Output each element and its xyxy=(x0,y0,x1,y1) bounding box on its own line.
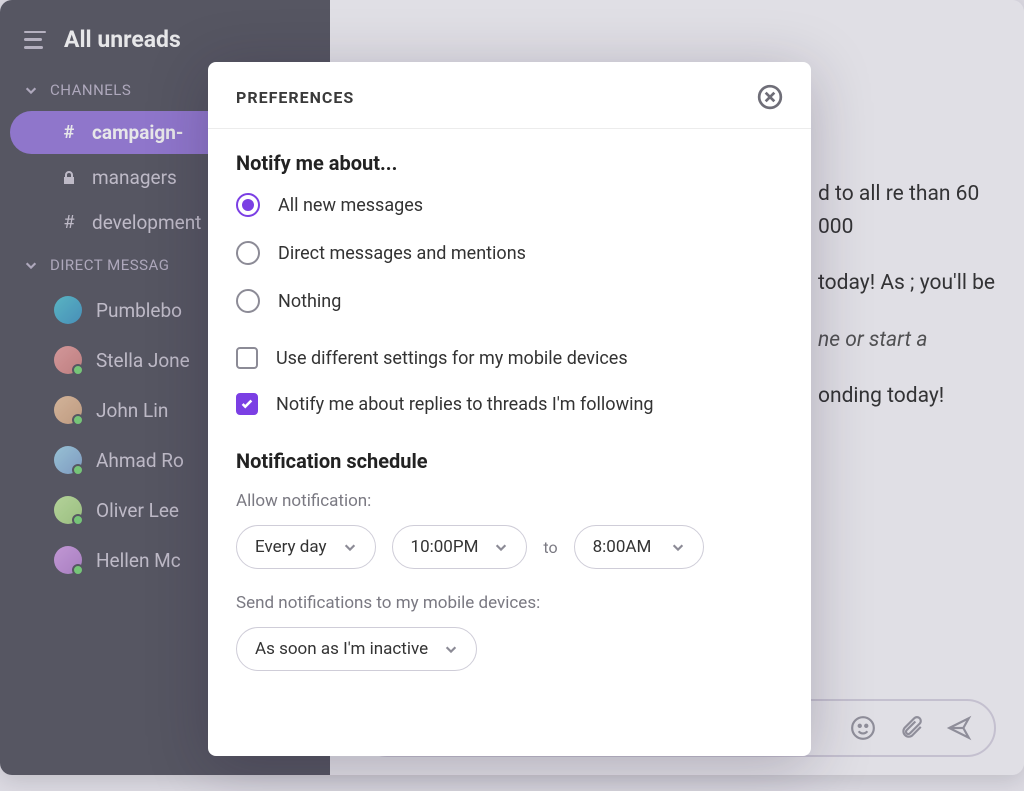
select-value: 8:00AM xyxy=(593,537,652,557)
schedule-heading: Notification schedule xyxy=(236,449,783,473)
checkbox-icon xyxy=(236,393,258,415)
mobile-notification-label: Send notifications to my mobile devices: xyxy=(236,593,783,613)
radio-dm-mentions[interactable]: Direct messages and mentions xyxy=(236,241,783,265)
preferences-modal: PREFERENCES Notify me about... All new m… xyxy=(208,62,811,756)
dm-header-label: DIRECT MESSAG xyxy=(50,256,169,274)
dm-label: Stella Jone xyxy=(96,349,190,372)
radio-icon xyxy=(236,289,260,313)
channel-label: managers xyxy=(92,166,177,189)
close-icon[interactable] xyxy=(757,84,783,110)
modal-title: PREFERENCES xyxy=(236,88,354,107)
mobile-trigger-select[interactable]: As soon as I'm inactive xyxy=(236,627,477,671)
time-from-select[interactable]: 10:00PM xyxy=(392,525,528,569)
chevron-down-icon xyxy=(494,540,508,554)
chevron-down-icon xyxy=(343,540,357,554)
checkbox-mobile-settings[interactable]: Use different settings for my mobile dev… xyxy=(236,347,783,369)
chevron-down-icon xyxy=(24,83,38,97)
attachment-icon[interactable] xyxy=(898,715,924,741)
select-value: Every day xyxy=(255,537,327,557)
radio-all-messages[interactable]: All new messages xyxy=(236,193,783,217)
menu-icon[interactable] xyxy=(24,31,46,49)
day-select[interactable]: Every day xyxy=(236,525,376,569)
checkbox-thread-replies[interactable]: Notify me about replies to threads I'm f… xyxy=(236,393,783,415)
select-value: 10:00PM xyxy=(411,537,479,557)
allow-notification-label: Allow notification: xyxy=(236,491,783,511)
radio-label: Nothing xyxy=(278,291,341,312)
sidebar-title: All unreads xyxy=(64,26,181,53)
checkbox-label: Notify me about replies to threads I'm f… xyxy=(276,394,654,415)
chevron-down-icon xyxy=(671,540,685,554)
time-to-select[interactable]: 8:00AM xyxy=(574,525,704,569)
dm-label: Ahmad Ro xyxy=(96,449,184,472)
avatar xyxy=(54,296,82,324)
radio-nothing[interactable]: Nothing xyxy=(236,289,783,313)
hash-icon: # xyxy=(60,212,78,233)
avatar xyxy=(54,346,82,374)
checkbox-label: Use different settings for my mobile dev… xyxy=(276,348,628,369)
hash-icon: # xyxy=(60,122,78,143)
presence-icon xyxy=(72,464,84,476)
avatar xyxy=(54,496,82,524)
presence-icon xyxy=(72,564,84,576)
chevron-down-icon xyxy=(444,642,458,656)
dm-label: Hellen Mc xyxy=(96,549,181,572)
avatar xyxy=(54,396,82,424)
avatar xyxy=(54,546,82,574)
presence-icon xyxy=(72,364,84,376)
emoji-icon[interactable] xyxy=(850,715,876,741)
notify-heading: Notify me about... xyxy=(236,151,783,175)
select-value: As soon as I'm inactive xyxy=(255,639,428,659)
channel-label: development xyxy=(92,211,201,234)
dm-label: Pumblebo xyxy=(96,299,182,322)
dm-label: Oliver Lee xyxy=(96,499,179,522)
channel-label: campaign- xyxy=(92,121,183,144)
radio-icon xyxy=(236,193,260,217)
avatar xyxy=(54,446,82,474)
chevron-down-icon xyxy=(24,258,38,272)
channels-header-label: CHANNELS xyxy=(50,81,131,99)
checkbox-icon xyxy=(236,347,258,369)
to-label: to xyxy=(543,538,557,557)
presence-icon xyxy=(72,414,84,426)
radio-label: All new messages xyxy=(278,195,423,216)
send-icon[interactable] xyxy=(946,715,972,741)
presence-icon xyxy=(72,514,84,526)
dm-label: John Lin xyxy=(96,399,168,422)
radio-label: Direct messages and mentions xyxy=(278,243,526,264)
radio-icon xyxy=(236,241,260,265)
lock-icon xyxy=(60,170,78,186)
